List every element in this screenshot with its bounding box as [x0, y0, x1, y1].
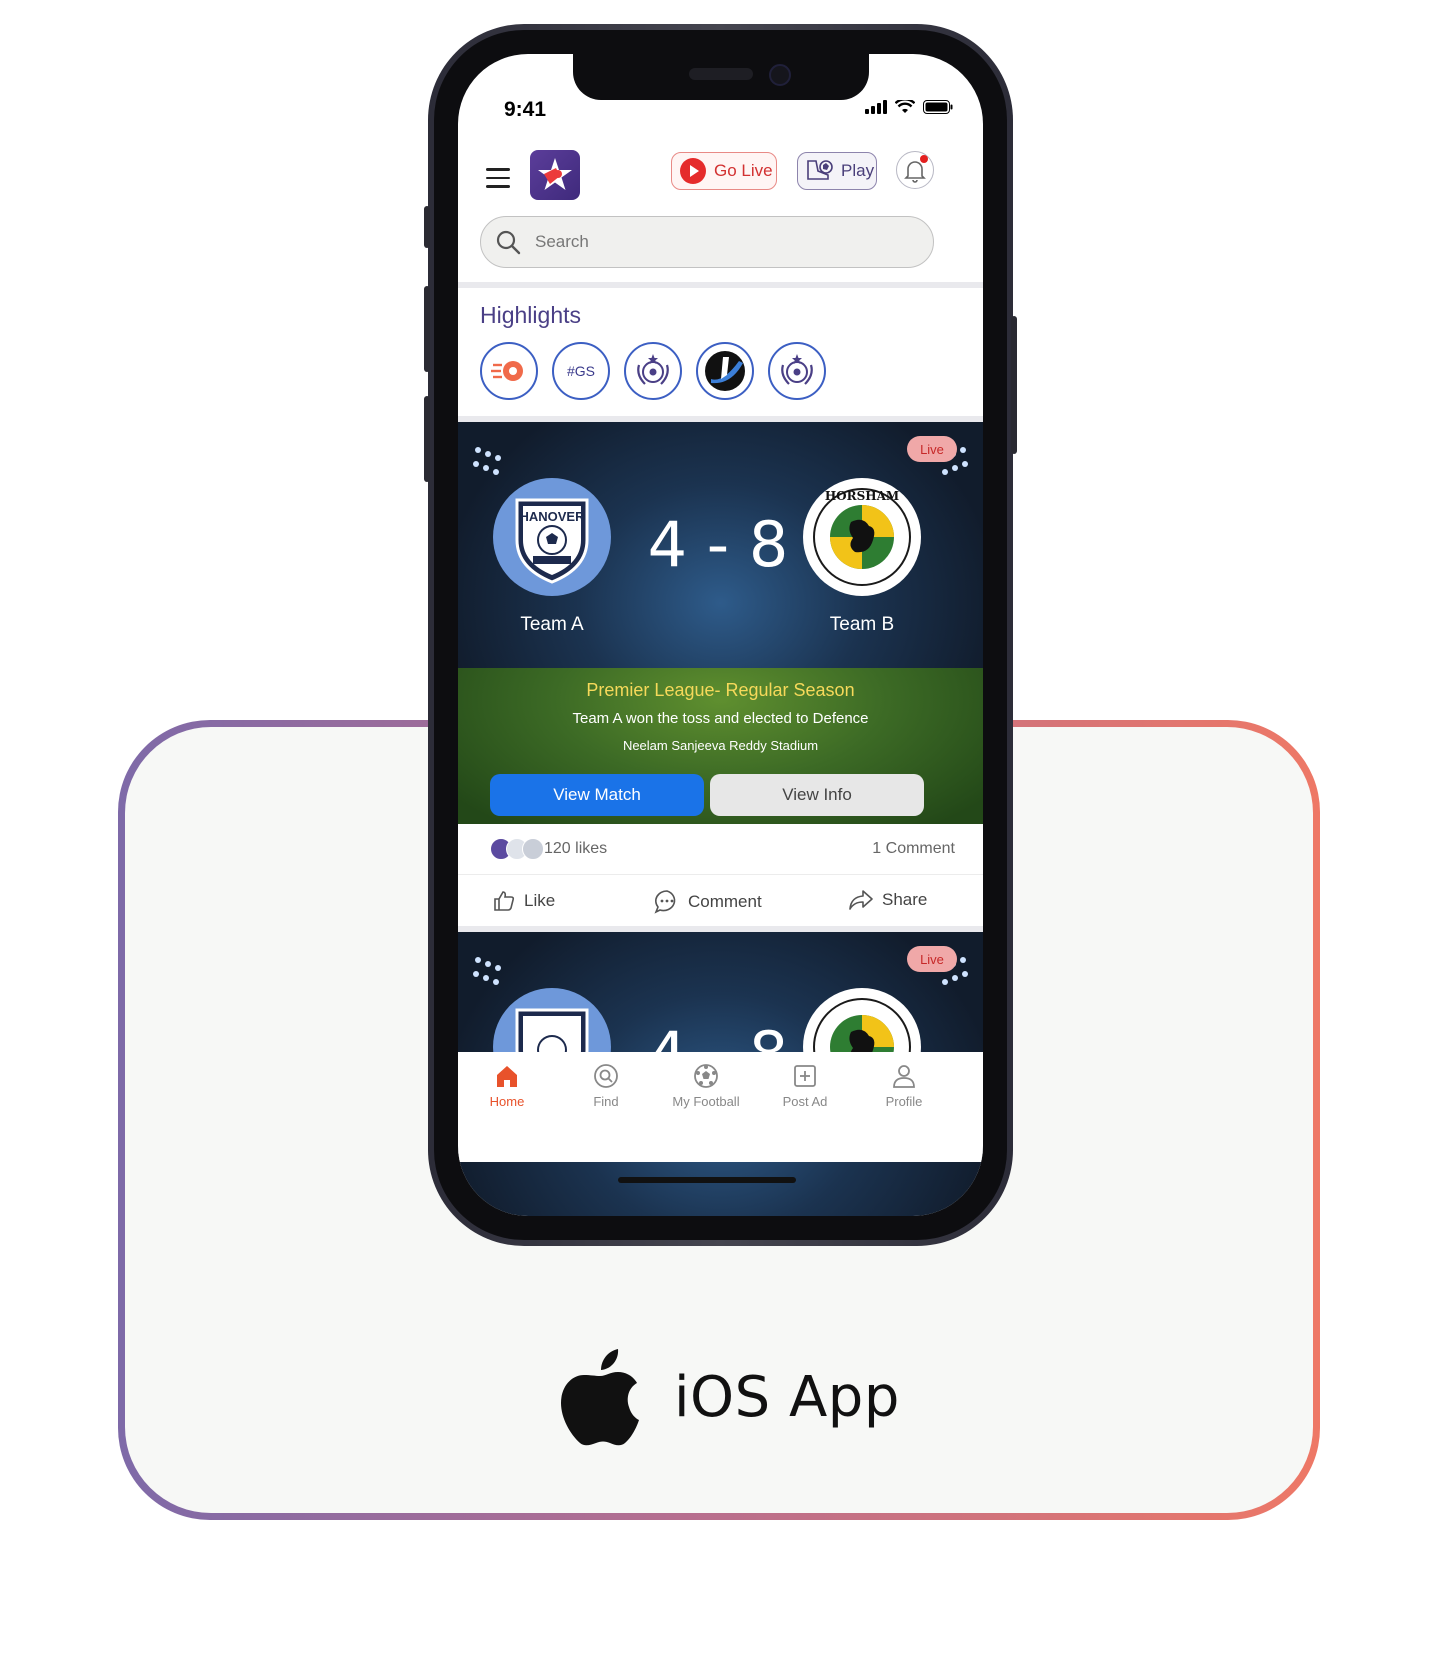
team-a-name: Team A	[520, 614, 584, 635]
comments-count[interactable]: 1 Comment	[872, 840, 955, 858]
speeding-ball-icon	[491, 361, 523, 381]
play-circle-icon	[680, 158, 706, 184]
match-score: 4 - 8	[647, 508, 789, 581]
volume-up-button	[424, 286, 430, 372]
app-logo[interactable]	[530, 150, 580, 200]
comment-bubble-icon	[654, 890, 676, 914]
menu-icon[interactable]	[486, 168, 510, 194]
tab-find[interactable]: Find	[561, 1062, 651, 1109]
team-b-logo[interactable]: HORSHAM	[803, 478, 921, 596]
front-camera	[769, 64, 791, 86]
football-crest-icon	[781, 354, 813, 385]
player-silhouette-icon	[705, 351, 745, 391]
likes-count[interactable]: 120 likes	[544, 840, 607, 858]
hanover-crest-icon: HANOVER	[515, 498, 589, 584]
play-label: Play	[841, 161, 875, 180]
find-icon	[594, 1064, 618, 1088]
highlights-row: #GS	[480, 342, 826, 400]
highlight-item-gs[interactable]: #GS	[552, 342, 610, 400]
notch	[573, 54, 869, 100]
live-badge: Live	[907, 436, 957, 462]
mute-switch	[424, 206, 430, 248]
status-time: 9:41	[504, 98, 547, 121]
section-divider	[458, 282, 983, 288]
ios-app-label: iOS App	[560, 1342, 900, 1452]
highlight-item-crest-2[interactable]	[768, 342, 826, 400]
view-match-button[interactable]: View Match	[490, 774, 704, 816]
share-arrow-icon	[849, 890, 873, 910]
liker-avatars	[490, 838, 544, 860]
stadium-lights-icon	[473, 447, 501, 475]
match-card: Live HANOVER 4 - 8 HORSHAM Team A Team B…	[458, 422, 983, 824]
tab-home[interactable]: Home	[462, 1062, 552, 1109]
stadium-name: Neelam Sanjeeva Reddy Stadium	[622, 738, 819, 753]
comment-label: Comment	[688, 892, 762, 911]
like-label: Like	[524, 891, 556, 910]
search-input[interactable]	[533, 231, 897, 253]
home-icon	[497, 1066, 517, 1087]
go-live-label: Go Live	[714, 161, 773, 180]
post-actions: Like Comment Share	[458, 874, 983, 927]
highlight-item-ball[interactable]	[480, 342, 538, 400]
football-boot-icon	[807, 160, 833, 180]
team-a-logo[interactable]: HANOVER	[493, 478, 611, 596]
bottom-tab-bar: Home Find My Football Post Ad Profile	[458, 1052, 983, 1162]
notification-button[interactable]	[896, 151, 934, 189]
comment-button[interactable]: Comment	[654, 889, 762, 915]
add-square-icon	[794, 1065, 816, 1087]
tab-my-football-label: My Football	[672, 1094, 740, 1109]
highlight-item-crest-1[interactable]	[624, 342, 682, 400]
engagement-summary: 120 likes 1 Comment	[458, 826, 983, 872]
football-crest-icon	[637, 354, 669, 385]
highlights-title: Highlights	[480, 302, 581, 328]
signal-icon	[865, 100, 887, 114]
stadium-lights-icon	[473, 957, 501, 985]
highlight-item-player[interactable]	[696, 342, 754, 400]
go-live-button[interactable]: Go Live	[671, 152, 777, 190]
phone-frame: 9:41 Go Live Play Search Highlights #GS …	[424, 24, 1017, 1246]
notification-dot	[920, 155, 928, 163]
thumbs-up-icon	[494, 891, 515, 911]
view-info-button[interactable]: View Info	[710, 774, 924, 816]
home-indicator[interactable]	[618, 1177, 796, 1183]
tab-profile[interactable]: Profile	[859, 1062, 949, 1109]
team-b-name: Team B	[829, 614, 895, 635]
like-button[interactable]: Like	[492, 889, 555, 913]
search-icon	[496, 230, 521, 255]
wifi-icon	[895, 100, 915, 113]
tab-home-label: Home	[489, 1094, 525, 1109]
team-b-logo-text: HORSHAM	[825, 489, 899, 503]
play-button[interactable]: Play	[797, 152, 877, 190]
power-button	[1011, 316, 1017, 454]
platform-label: iOS App	[674, 1364, 900, 1430]
top-bar: Go Live Play	[458, 144, 983, 214]
avatar	[522, 838, 544, 860]
volume-down-button	[424, 396, 430, 482]
toss-result: Team A won the toss and elected to Defen…	[572, 710, 869, 727]
apple-icon	[561, 1349, 639, 1446]
league-name: Premier League- Regular Season	[586, 680, 855, 700]
user-icon	[893, 1065, 915, 1088]
tab-profile-label: Profile	[885, 1094, 923, 1109]
tab-find-label: Find	[593, 1094, 619, 1109]
app-screen: 9:41 Go Live Play Search Highlights #GS …	[458, 54, 983, 1216]
tab-my-football[interactable]: My Football	[661, 1062, 751, 1109]
tab-post-ad-label: Post Ad	[782, 1094, 828, 1109]
team-a-logo-text: HANOVER	[519, 509, 585, 524]
speaker	[689, 68, 753, 80]
share-label: Share	[882, 890, 928, 909]
live-badge: Live	[907, 946, 957, 972]
football-icon	[694, 1064, 718, 1088]
tab-post-ad[interactable]: Post Ad	[760, 1062, 850, 1109]
horsham-crest-icon: HORSHAM	[813, 488, 911, 586]
battery-icon	[923, 100, 953, 114]
star-logo-icon	[538, 158, 572, 190]
search-bar[interactable]	[480, 216, 934, 268]
share-button[interactable]: Share	[848, 889, 927, 911]
status-icons	[865, 100, 953, 114]
